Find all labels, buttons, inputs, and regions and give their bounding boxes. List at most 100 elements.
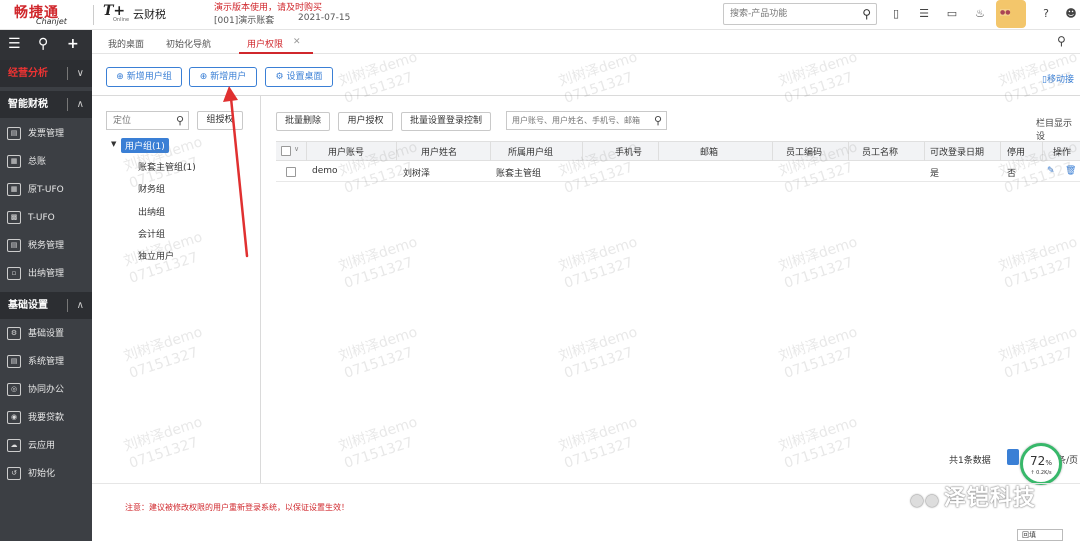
sidebar-item-ledger[interactable]: ▦ 总账 xyxy=(0,148,92,176)
company-account[interactable]: [001]演示账套 xyxy=(214,13,274,26)
total-count: 共1条数据 xyxy=(949,456,991,466)
watermark: 刘树泽demo07151327 xyxy=(121,324,205,382)
sidebar-section-finance[interactable]: 智能财税 ∧ xyxy=(0,91,92,118)
column-header[interactable]: 员工名称 xyxy=(862,145,898,158)
delete-icon[interactable]: 🗑 xyxy=(1065,166,1076,176)
search-input[interactable] xyxy=(724,4,854,24)
search-icon[interactable]: ⚲ xyxy=(38,36,48,52)
set-desktop-button[interactable]: ⚙ 设置桌面 xyxy=(265,67,333,87)
brand-subtitle: Chanjet xyxy=(36,17,67,26)
user-auth-button[interactable]: 用户授权 xyxy=(338,112,393,131)
column-header[interactable]: 邮箱 xyxy=(700,145,718,158)
menu-icon[interactable]: ☰ xyxy=(8,36,21,52)
group-auth-button[interactable]: 组授权 xyxy=(197,111,243,130)
network-speed-gauge[interactable]: 72% ↑ 0.2K/s xyxy=(1020,443,1062,485)
page-indicator[interactable] xyxy=(1007,449,1019,465)
sidebar-item-init[interactable]: ↺ 初始化 xyxy=(0,460,92,488)
column-header[interactable]: 员工编码 xyxy=(786,145,822,158)
bottom-select[interactable]: 回填 xyxy=(1017,529,1063,541)
watermark: 刘树泽demo07151327 xyxy=(776,414,860,472)
tree-node[interactable]: 出纳组 xyxy=(138,205,165,218)
table-row[interactable]: demo 刘树泽 账套主管组 是 否 ✎ 🗑 xyxy=(276,162,1080,182)
tree-node-root[interactable]: 用户组(1) xyxy=(121,138,169,153)
watermark: 刘树泽demo07151327 xyxy=(556,324,640,382)
user-filter[interactable]: ⚲ xyxy=(506,111,667,130)
todo-list-icon[interactable]: ☰ xyxy=(917,7,931,21)
tab-init-nav[interactable]: 初始化导航 xyxy=(166,37,211,50)
search-icon[interactable]: ⚲ xyxy=(862,7,871,21)
batch-login-control-button[interactable]: 批量设置登录控制 xyxy=(401,112,491,131)
wechat-watermark: ●● 泽铠科技 xyxy=(910,486,1036,511)
ufo-icon: ▦ xyxy=(7,183,21,196)
video-icon[interactable]: ▭ xyxy=(945,7,959,21)
column-header[interactable]: 用户账号 xyxy=(328,145,364,158)
new-group-button[interactable]: ⊕ 新增用户组 xyxy=(106,67,182,87)
bell-icon[interactable]: ♨ xyxy=(973,7,987,21)
cashier-icon: ▫ xyxy=(7,267,21,280)
wechat-icon: ●● xyxy=(910,490,940,509)
add-icon[interactable]: + xyxy=(67,36,79,52)
edit-icon[interactable]: ✎ xyxy=(1047,166,1055,176)
report-icon: ▩ xyxy=(7,211,21,224)
column-header[interactable]: 可改登录日期 xyxy=(930,145,984,158)
sidebar-item-collab[interactable]: ◎ 协同办公 xyxy=(0,376,92,404)
cell-disabled: 否 xyxy=(1007,169,1017,179)
watermark: 刘树泽demo07151327 xyxy=(336,324,420,382)
new-user-button[interactable]: ⊕ 新增用户 xyxy=(189,67,257,87)
sidebar-section-basic[interactable]: 基础设置 ∧ xyxy=(0,292,92,319)
column-settings-link[interactable]: 栏目显示设 xyxy=(1036,116,1080,142)
tree-node[interactable]: 账套主管组(1) xyxy=(138,160,196,173)
demo-notice[interactable]: 演示版本使用，请及时购买 xyxy=(214,0,322,13)
chevron-down-icon[interactable]: ∨ xyxy=(294,145,299,153)
plus-circle-icon: ⊕ xyxy=(199,72,208,82)
help-icon[interactable]: ? xyxy=(1039,7,1053,21)
column-header[interactable]: 所属用户组 xyxy=(508,145,553,158)
move-link[interactable]: ▯移动接 xyxy=(1042,72,1074,85)
tab-user-permission[interactable]: 用户权限 xyxy=(247,37,283,50)
init-icon: ↺ xyxy=(7,467,21,480)
search-icon[interactable]: ⚲ xyxy=(1057,34,1066,48)
column-header[interactable]: 用户姓名 xyxy=(421,145,457,158)
tree-node[interactable]: 会计组 xyxy=(138,227,165,240)
sidebar-item-tax[interactable]: ▤ 税务管理 xyxy=(0,232,92,260)
sidebar-item-invoice[interactable]: ▤ 发票管理 xyxy=(0,120,92,148)
locate-field[interactable]: ⚲ xyxy=(106,111,189,130)
close-icon[interactable]: ✕ xyxy=(293,37,301,47)
column-header[interactable]: 停用 xyxy=(1007,145,1025,158)
tree-node[interactable]: 独立用户 xyxy=(138,249,174,262)
sidebar-section-analysis[interactable]: 经营分析 ∨ xyxy=(0,60,92,87)
sidebar-item-loan[interactable]: ◉ 我要贷款 xyxy=(0,404,92,432)
search-icon[interactable]: ⚲ xyxy=(176,114,184,127)
watermark: 刘树泽demo07151327 xyxy=(556,414,640,472)
row-checkbox[interactable] xyxy=(286,167,296,177)
watermark: 刘树泽demo07151327 xyxy=(336,49,420,107)
tab-my-desktop[interactable]: 我的桌面 xyxy=(108,37,144,50)
locate-input[interactable] xyxy=(107,112,171,129)
tab-bar: 我的桌面 初始化导航 用户权限 ✕ ⚲ xyxy=(92,30,1080,54)
batch-delete-button[interactable]: 批量删除 xyxy=(276,112,330,131)
sidebar-item-ufo[interactable]: ▩ T-UFO xyxy=(0,204,92,232)
caret-down-icon[interactable]: ▼ xyxy=(111,140,116,148)
sidebar-item-basic-settings[interactable]: ⚙ 基础设置 xyxy=(0,320,92,348)
sidebar-toolbar: ☰ ⚲ + xyxy=(0,30,92,60)
phone-icon[interactable]: ▯ xyxy=(889,7,903,21)
column-header[interactable]: 手机号 xyxy=(615,145,642,158)
tree-node[interactable]: 财务组 xyxy=(138,182,165,195)
select-all-checkbox[interactable] xyxy=(281,146,291,156)
top-bar: 畅捷通 Chanjet T+ Online 云财税 演示版本使用，请及时购买 [… xyxy=(0,0,1080,30)
global-search[interactable]: ⚲ xyxy=(723,3,877,25)
ledger-icon: ▦ xyxy=(7,155,21,168)
avatar-icon[interactable]: ●● xyxy=(996,0,1026,28)
sidebar-item-system[interactable]: ▤ 系统管理 xyxy=(0,348,92,376)
cell-account: demo xyxy=(312,166,338,176)
filter-input[interactable] xyxy=(507,112,649,129)
cloud-icon: ☁ xyxy=(7,439,21,452)
sidebar-item-cloud[interactable]: ☁ 云应用 xyxy=(0,432,92,460)
watermark: 刘树泽demo07151327 xyxy=(776,234,860,292)
search-icon[interactable]: ⚲ xyxy=(654,114,662,127)
watermark: 刘树泽demo07151327 xyxy=(776,49,860,107)
sidebar-item-old-ufo[interactable]: ▦ 原T-UFO xyxy=(0,176,92,204)
user-icon[interactable]: ☻ xyxy=(1064,7,1078,21)
permission-notice: 注意：建议被修改权限的用户重新登录系统，以保证设置生效！ xyxy=(125,503,349,512)
sidebar-item-cashier[interactable]: ▫ 出纳管理 xyxy=(0,260,92,288)
